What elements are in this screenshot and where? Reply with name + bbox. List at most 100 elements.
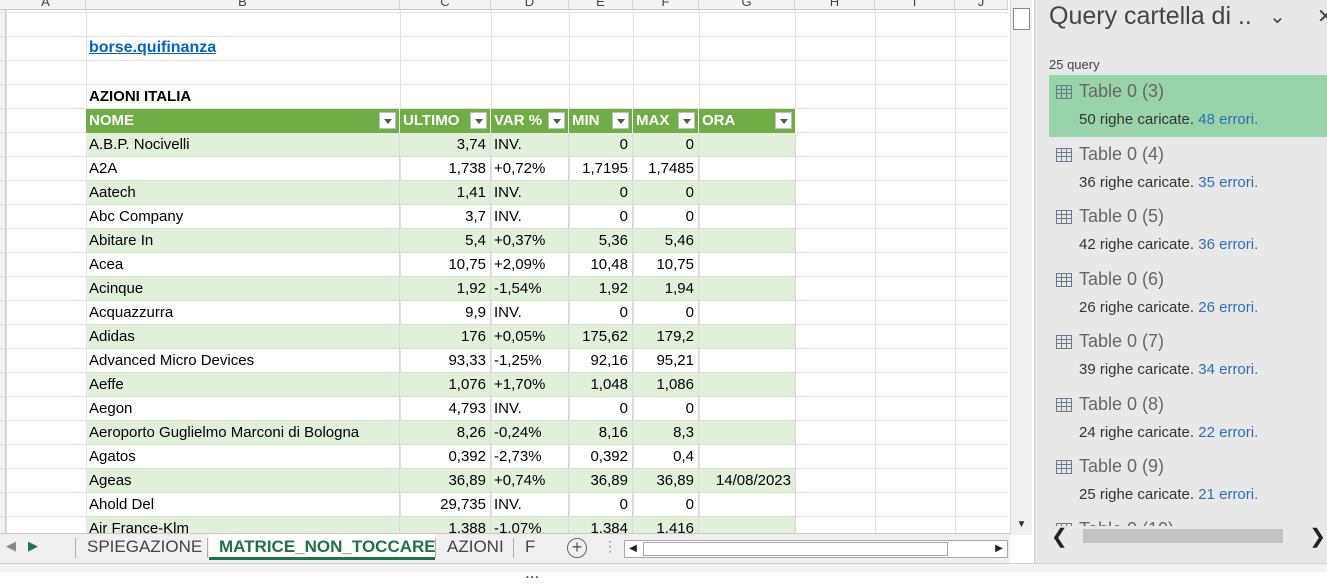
table-cell[interactable]: -1,54% <box>491 277 569 301</box>
table-cell[interactable]: Aegon <box>86 397 400 421</box>
table-cell[interactable] <box>699 157 796 181</box>
query-errors-link[interactable]: 21 errori. <box>1198 486 1258 503</box>
query-item[interactable]: Table 0 (3) 50 righe caricate. 48 errori. <box>1049 75 1327 137</box>
column-header-b[interactable]: B <box>86 0 400 9</box>
table-cell[interactable]: 0,392 <box>569 445 633 469</box>
vertical-scroll-thumb[interactable] <box>1013 8 1030 30</box>
table-cell[interactable] <box>699 253 796 277</box>
table-cell[interactable]: 176 <box>400 325 491 349</box>
column-header-d[interactable]: D <box>491 0 569 9</box>
queries-horizontal-scrollbar[interactable]: ❮ ❯ <box>1049 524 1327 549</box>
query-errors-link[interactable]: 22 errori. <box>1198 424 1258 441</box>
table-cell[interactable]: -0,24% <box>491 421 569 445</box>
table-cell[interactable]: 10,75 <box>633 253 699 277</box>
table-row[interactable]: Advanced Micro Devices 93,33 -1,25% 92,16 95… <box>86 349 796 373</box>
table-cell[interactable]: 1,92 <box>569 277 633 301</box>
table-cell[interactable]: 0 <box>633 133 699 157</box>
table-cell[interactable]: 36,89 <box>633 469 699 493</box>
table-cell[interactable]: 92,16 <box>569 349 633 373</box>
table-cell[interactable]: 93,33 <box>400 349 491 373</box>
table-cell[interactable]: 5,4 <box>400 229 491 253</box>
table-cell[interactable]: Aeffe <box>86 373 400 397</box>
scroll-down-icon[interactable]: ▼ <box>1014 519 1029 532</box>
table-row[interactable]: Adidas 176 +0,05% 175,62 179,2 <box>86 325 796 349</box>
table-row[interactable]: Acinque 1,92 -1,54% 1,92 1,94 <box>86 277 796 301</box>
scroll-right-icon[interactable]: ❯ <box>1309 524 1326 549</box>
table-cell[interactable]: -1,25% <box>491 349 569 373</box>
table-row[interactable]: Air France-Klm 1,388 -1,07% 1,384 1,416 <box>86 517 796 533</box>
table-cell[interactable]: 8,26 <box>400 421 491 445</box>
tab-scroll-right-icon[interactable]: ▶ <box>28 538 38 554</box>
table-cell[interactable]: INV. <box>491 133 569 157</box>
table-row[interactable]: A.B.P. Nocivelli 3,74 INV. 0 0 <box>86 133 796 157</box>
table-cell[interactable]: 1,086 <box>633 373 699 397</box>
table-cell[interactable]: +0,74% <box>491 469 569 493</box>
chevron-down-icon[interactable] <box>678 112 695 129</box>
query-item[interactable]: Table 0 (9) 25 righe caricate. 21 errori. <box>1049 450 1327 512</box>
table-cell[interactable]: Agatos <box>86 445 400 469</box>
scroll-left-icon[interactable]: ❮ <box>1051 524 1068 549</box>
query-errors-link[interactable]: 26 errori. <box>1198 299 1258 316</box>
table-cell[interactable]: Acinque <box>86 277 400 301</box>
table-cell[interactable]: 1,7195 <box>569 157 633 181</box>
table-cell[interactable]: A2A <box>86 157 400 181</box>
table-row[interactable]: Aeroporto Guglielmo Marconi di Bologna 8,… <box>86 421 796 445</box>
chevron-down-icon[interactable] <box>548 112 565 129</box>
table-row[interactable]: Ahold Del 29,735 INV. 0 0 <box>86 493 796 517</box>
spreadsheet-grid[interactable]: ABCDEFGHIJ borse.quifinanza AZIONI ITALI… <box>0 0 1008 533</box>
table-cell[interactable]: 10,75 <box>400 253 491 277</box>
table-row[interactable]: Abc Company 3,7 INV. 0 0 <box>86 205 796 229</box>
column-header-c[interactable]: C <box>400 0 491 9</box>
column-header-e[interactable]: E <box>569 0 633 9</box>
chevron-down-icon[interactable] <box>379 112 396 129</box>
plus-circle-icon[interactable]: + <box>567 538 587 558</box>
table-cell[interactable]: 0 <box>569 493 633 517</box>
column-header-f[interactable]: F <box>633 0 699 9</box>
table-cell[interactable]: 0 <box>633 301 699 325</box>
table-cell[interactable]: INV. <box>491 493 569 517</box>
table-cell[interactable] <box>699 301 796 325</box>
table-row[interactable]: Aatech 1,41 INV. 0 0 <box>86 181 796 205</box>
table-cell[interactable]: 8,3 <box>633 421 699 445</box>
chevron-down-icon[interactable] <box>612 112 629 129</box>
table-cell[interactable] <box>699 445 796 469</box>
chevron-down-icon[interactable] <box>470 112 487 129</box>
table-cell[interactable]: Acea <box>86 253 400 277</box>
more-options-icon[interactable]: ⋮ <box>603 538 617 555</box>
table-cell[interactable]: Aatech <box>86 181 400 205</box>
table-cell[interactable]: -1,07% <box>491 517 569 533</box>
table-cell[interactable]: Aeroporto Guglielmo Marconi di Bologna <box>86 421 400 445</box>
table-cell[interactable]: 1,738 <box>400 157 491 181</box>
table-cell[interactable]: 1,92 <box>400 277 491 301</box>
sheet-tab[interactable]: F ... <box>515 534 563 582</box>
table-cell[interactable]: 0 <box>633 397 699 421</box>
table-cell[interactable]: 1,94 <box>633 277 699 301</box>
table-row[interactable]: A2A 1,738 +0,72% 1,7195 1,7485 <box>86 157 796 181</box>
table-cell[interactable]: 5,36 <box>569 229 633 253</box>
table-cell[interactable] <box>699 397 796 421</box>
table-cell[interactable]: 9,9 <box>400 301 491 325</box>
query-item[interactable]: Table 0 (6) 26 righe caricate. 26 errori. <box>1049 263 1327 325</box>
query-errors-link[interactable]: 35 errori. <box>1198 174 1258 191</box>
table-cell[interactable]: INV. <box>491 205 569 229</box>
scroll-right-icon[interactable]: ▶ <box>991 541 1007 557</box>
table-cell[interactable]: 0 <box>633 493 699 517</box>
table-cell[interactable]: 10,48 <box>569 253 633 277</box>
table-cell[interactable]: A.B.P. Nocivelli <box>86 133 400 157</box>
table-row[interactable]: Agatos 0,392 -2,73% 0,392 0,4 <box>86 445 796 469</box>
table-row[interactable]: Acquazzurra 9,9 INV. 0 0 <box>86 301 796 325</box>
scroll-left-icon[interactable]: ◀ <box>625 541 641 557</box>
table-cell[interactable]: INV. <box>491 397 569 421</box>
table-cell[interactable] <box>699 373 796 397</box>
query-item[interactable]: Table 0 (4) 36 righe caricate. 35 errori. <box>1049 138 1327 200</box>
table-cell[interactable]: -2,73% <box>491 445 569 469</box>
table-cell[interactable]: +0,05% <box>491 325 569 349</box>
table-cell[interactable]: 175,62 <box>569 325 633 349</box>
table-cell[interactable] <box>699 277 796 301</box>
table-cell[interactable]: 14/08/2023 <box>699 469 796 493</box>
table-cell[interactable]: Acquazzurra <box>86 301 400 325</box>
table-cell[interactable]: 179,2 <box>633 325 699 349</box>
table-cell[interactable]: 1,41 <box>400 181 491 205</box>
table-cell[interactable]: 5,46 <box>633 229 699 253</box>
table-cell[interactable]: 36,89 <box>400 469 491 493</box>
